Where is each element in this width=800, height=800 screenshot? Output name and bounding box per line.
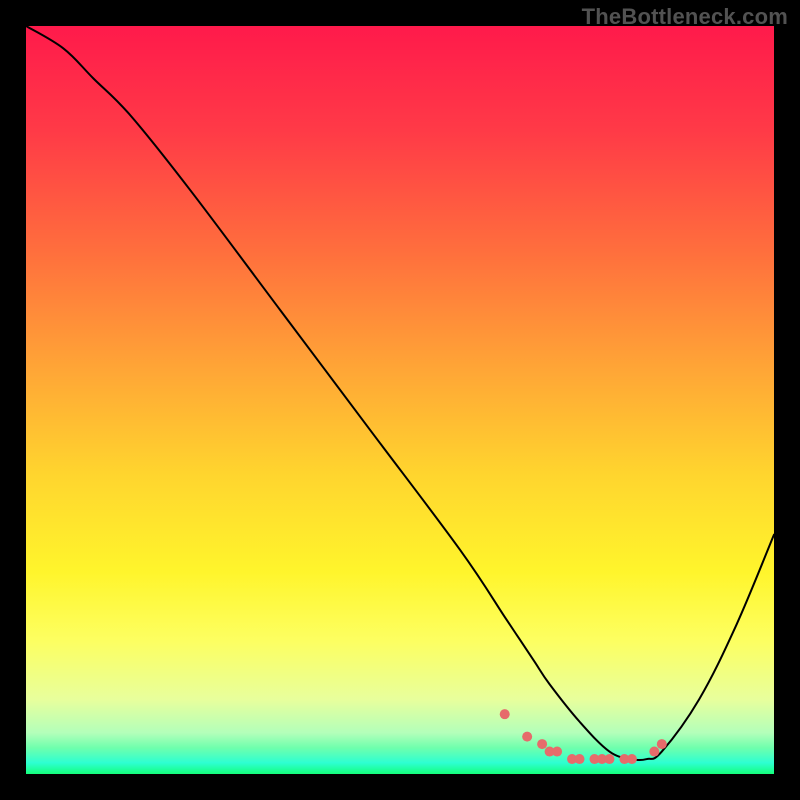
optimal-marker bbox=[657, 739, 667, 749]
chart-container: TheBottleneck.com bbox=[0, 0, 800, 800]
optimal-marker bbox=[522, 732, 532, 742]
bottleneck-chart bbox=[0, 0, 800, 800]
optimal-marker bbox=[575, 754, 585, 764]
optimal-marker bbox=[500, 709, 510, 719]
watermark-text: TheBottleneck.com bbox=[582, 4, 788, 30]
optimal-marker bbox=[537, 739, 547, 749]
optimal-marker bbox=[552, 747, 562, 757]
optimal-marker bbox=[604, 754, 614, 764]
optimal-marker bbox=[649, 747, 659, 757]
plot-background bbox=[26, 26, 774, 774]
optimal-marker bbox=[627, 754, 637, 764]
